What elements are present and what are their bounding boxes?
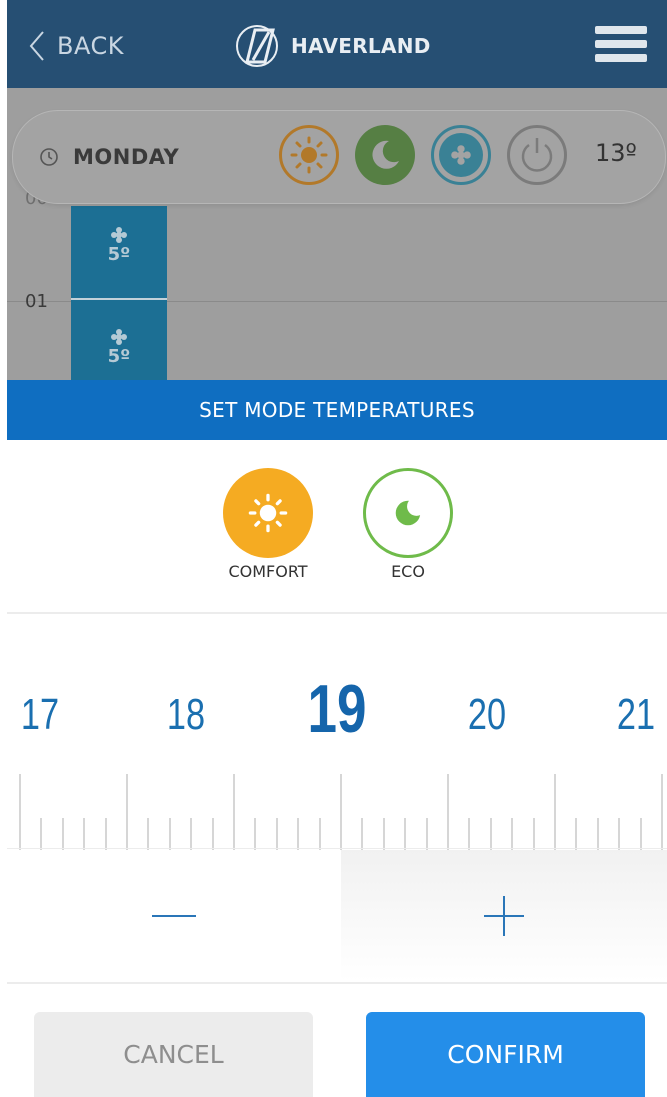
day-selector[interactable]: MONDAY xyxy=(39,145,179,169)
slot-temperature: 5º xyxy=(107,346,131,367)
ruler-major-tick xyxy=(19,774,21,850)
ruler-minor-tick xyxy=(425,818,428,850)
ruler-minor-tick xyxy=(404,818,407,850)
ruler-minor-tick xyxy=(104,818,107,850)
snowflake-icon xyxy=(111,329,127,345)
eco-mode-option[interactable]: ECO xyxy=(358,468,458,581)
stepper-divider xyxy=(7,982,667,984)
moon-icon xyxy=(395,496,425,526)
day-label: MONDAY xyxy=(73,145,180,169)
snowflake-icon xyxy=(111,227,127,243)
app-header: BACK HAVERLAND xyxy=(7,0,667,88)
clock-icon xyxy=(40,148,58,166)
chevron-left-icon xyxy=(29,31,44,61)
ruler-major-tick xyxy=(126,774,128,850)
scale-value[interactable]: 20 xyxy=(456,690,518,740)
schedule-slot[interactable]: 5º xyxy=(71,300,167,380)
ruler-minor-tick xyxy=(318,818,321,850)
ruler-minor-tick xyxy=(254,818,257,850)
off-mode-button[interactable] xyxy=(507,125,567,185)
hour-label: 01 xyxy=(25,291,48,312)
ruler-minor-tick xyxy=(468,818,471,850)
ruler-minor-tick xyxy=(40,818,43,850)
eco-mode-circle[interactable] xyxy=(363,468,453,558)
ruler-major-tick xyxy=(447,774,449,850)
ruler-minor-tick xyxy=(190,818,193,850)
ruler-minor-tick xyxy=(575,818,578,850)
power-icon xyxy=(521,138,553,172)
comfort-mode-button[interactable] xyxy=(279,125,339,185)
panel-title: SET MODE TEMPERATURES xyxy=(7,380,667,440)
confirm-button[interactable]: CONFIRM xyxy=(366,1012,645,1097)
back-label: BACK xyxy=(57,32,124,60)
snowflake-icon xyxy=(451,145,471,165)
scale-value[interactable]: 17 xyxy=(9,690,71,740)
slot-temperature: 5º xyxy=(107,244,131,265)
ruler-minor-tick xyxy=(489,818,492,850)
ruler-minor-tick xyxy=(382,818,385,850)
ruler-major-tick xyxy=(233,774,235,850)
comfort-mode-label: COMFORT xyxy=(228,562,308,581)
ruler-minor-tick xyxy=(361,818,364,850)
eco-mode-label: ECO xyxy=(391,562,425,581)
ruler-minor-tick xyxy=(83,818,86,850)
current-temperature: 13º xyxy=(595,139,637,167)
ruler-minor-tick xyxy=(618,818,621,850)
ruler-minor-tick xyxy=(532,818,535,850)
sun-icon xyxy=(248,493,288,533)
hamburger-menu-icon[interactable] xyxy=(595,26,647,66)
scale-value[interactable]: 21 xyxy=(605,690,667,740)
decrease-button[interactable] xyxy=(7,850,341,982)
temperature-ruler[interactable] xyxy=(7,770,667,850)
ruler-minor-tick xyxy=(275,818,278,850)
schedule-slot[interactable]: 5º xyxy=(71,206,167,298)
minus-icon xyxy=(152,915,196,917)
ruler-divider xyxy=(7,848,667,849)
ruler-minor-tick xyxy=(297,818,300,850)
selected-temperature[interactable]: 19 xyxy=(306,670,368,748)
ruler-minor-tick xyxy=(168,818,171,850)
brand-logo: HAVERLAND xyxy=(229,22,431,70)
antifrost-mode-button[interactable] xyxy=(431,125,491,185)
eco-mode-button[interactable] xyxy=(355,125,415,185)
cancel-button[interactable]: CANCEL xyxy=(34,1012,313,1097)
ruler-minor-tick xyxy=(511,818,514,850)
ruler-major-tick xyxy=(554,774,556,850)
brand-name: HAVERLAND xyxy=(291,34,431,58)
ruler-minor-tick xyxy=(147,818,150,850)
panel-divider xyxy=(7,612,667,614)
haverland-logo-icon xyxy=(236,25,278,67)
day-mode-bar: MONDAY 13º xyxy=(12,110,666,204)
plus-icon xyxy=(484,896,524,936)
ruler-major-tick xyxy=(340,774,342,850)
ruler-minor-tick xyxy=(596,818,599,850)
ruler-major-tick xyxy=(661,774,663,850)
moon-icon xyxy=(372,140,399,169)
increase-button[interactable] xyxy=(341,850,667,982)
ruler-minor-tick xyxy=(211,818,214,850)
ruler-minor-tick xyxy=(639,818,642,850)
scale-value[interactable]: 18 xyxy=(155,690,217,740)
back-button[interactable]: BACK xyxy=(29,30,124,62)
ruler-minor-tick xyxy=(61,818,64,850)
sun-icon xyxy=(290,136,328,174)
comfort-mode-circle[interactable] xyxy=(223,468,313,558)
comfort-mode-option[interactable]: COMFORT xyxy=(218,468,318,581)
